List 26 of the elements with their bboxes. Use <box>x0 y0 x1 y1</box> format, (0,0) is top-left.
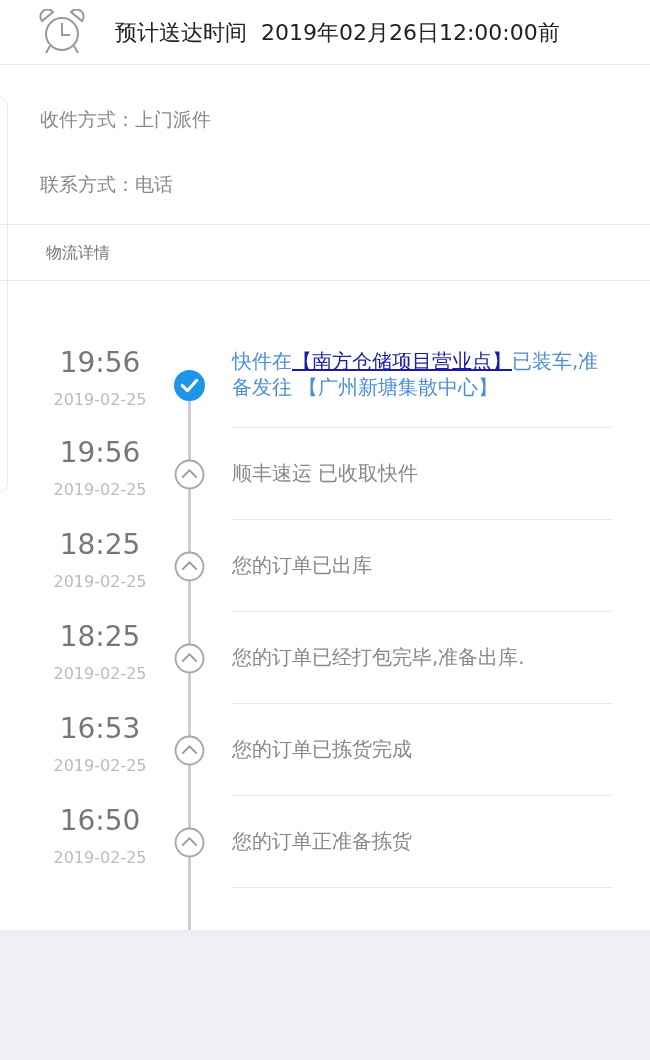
event-time: 16:50 <box>59 804 141 838</box>
event-date: 2019-02-25 <box>53 479 147 501</box>
event-description: 您的订单已出库 <box>232 552 373 578</box>
event-description: 您的订单正准备拣货 <box>232 828 413 854</box>
section-title: 物流详情 <box>46 241 110 264</box>
alarm-clock-icon <box>39 9 85 55</box>
event-time: 18:25 <box>59 528 141 562</box>
event-description: 您的订单已拣货完成 <box>232 736 413 762</box>
event-time: 16:53 <box>59 712 141 746</box>
event-date: 2019-02-25 <box>53 847 147 869</box>
field-label: 联系方式： <box>40 172 135 198</box>
location-link[interactable]: 【南方仓储项目营业点】 <box>292 349 512 373</box>
event-date: 2019-02-25 <box>53 755 147 777</box>
event-description: 顺丰速运 已收取快件 <box>232 460 420 486</box>
field-value: 上门派件 <box>135 107 211 133</box>
event-date: 2019-02-25 <box>53 571 147 593</box>
event-date: 2019-02-25 <box>53 663 147 685</box>
event-time: 19:56 <box>59 346 141 380</box>
field-value: 电话 <box>135 172 173 198</box>
event-description: 快件在【南方仓储项目营业点】已装车,准备发往 【广州新塘集散中心】 <box>232 348 600 400</box>
event-date: 2019-02-25 <box>53 389 147 411</box>
event-time: 19:56 <box>59 436 141 470</box>
event-description: 您的订单已经打包完毕,准备出库. <box>232 644 526 670</box>
field-label: 收件方式： <box>40 107 135 133</box>
delivery-time-title: 预计送达时间 2019年02月26日12:00:00前 <box>115 18 560 47</box>
event-time: 18:25 <box>59 620 141 654</box>
